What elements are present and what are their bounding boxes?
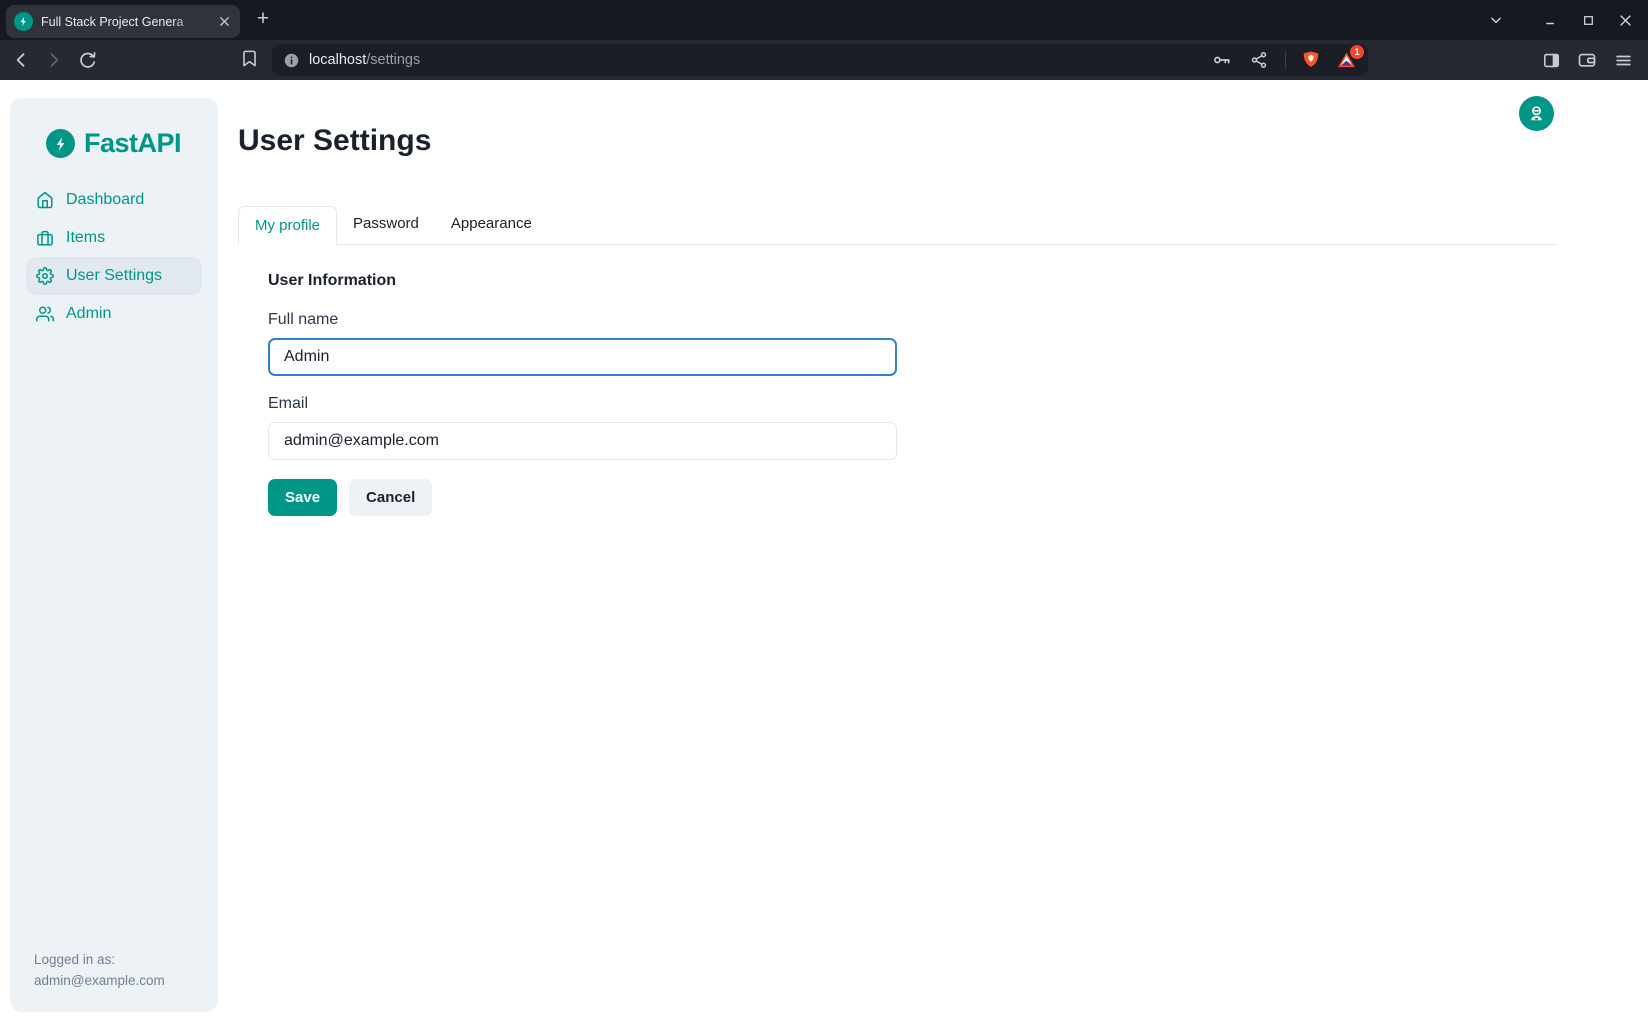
new-tab-button[interactable]: + [250, 7, 276, 33]
full-name-label: Full name [268, 311, 897, 329]
browser-tab[interactable]: Full Stack Project Genera [6, 5, 240, 38]
email-label: Email [268, 395, 897, 413]
brave-shield-icon[interactable] [1301, 50, 1321, 70]
fastapi-bolt-icon [46, 129, 75, 158]
home-icon [36, 191, 54, 209]
user-menu-button[interactable] [1519, 96, 1554, 131]
section-title: User Information [268, 272, 897, 290]
tab-appearance[interactable]: Appearance [435, 205, 548, 244]
tab-search-chevron-icon[interactable] [1487, 11, 1505, 29]
window-minimize-button[interactable] [1542, 11, 1560, 29]
logo-text: FastAPI [84, 128, 181, 159]
toolbar-divider [1285, 51, 1286, 69]
url-host: localhost [309, 52, 366, 68]
sidebar-item-items[interactable]: Items [26, 219, 202, 257]
key-icon[interactable] [1211, 49, 1233, 71]
reload-icon[interactable] [76, 49, 98, 71]
tab-title: Full Stack Project Genera [41, 15, 209, 29]
settings-tablist: My profile Password Appearance [238, 205, 1556, 245]
bookmark-icon[interactable] [240, 49, 259, 68]
tab-close-icon[interactable] [217, 14, 232, 29]
save-button[interactable]: Save [268, 479, 337, 516]
url-path: /settings [366, 52, 420, 68]
share-icon[interactable] [1248, 49, 1270, 71]
sidebar-item-label: Dashboard [66, 191, 144, 209]
users-icon [36, 305, 54, 323]
window-maximize-button[interactable] [1579, 11, 1597, 29]
gear-icon [36, 267, 54, 285]
fastapi-favicon-icon [14, 12, 33, 31]
cancel-button[interactable]: Cancel [349, 479, 432, 516]
sidebar-nav: Dashboard Items User Settings Admin [10, 181, 218, 333]
menu-icon[interactable] [1612, 49, 1634, 71]
tab-password[interactable]: Password [337, 205, 435, 244]
sidebar-item-dashboard[interactable]: Dashboard [26, 181, 202, 219]
url-text: localhost/settings [309, 51, 420, 69]
logged-in-info: Logged in as: admin@example.com [34, 950, 165, 992]
wallet-icon[interactable] [1576, 49, 1598, 71]
briefcase-icon [36, 229, 54, 247]
address-bar[interactable]: localhost/settings 1 [272, 44, 1368, 76]
full-name-field[interactable] [268, 338, 897, 376]
logged-in-email: admin@example.com [34, 971, 165, 992]
side-panel-icon[interactable] [1540, 49, 1562, 71]
sidebar-item-admin[interactable]: Admin [26, 295, 202, 333]
fastapi-logo: FastAPI [46, 128, 218, 159]
back-icon[interactable] [10, 49, 32, 71]
page-title: User Settings [238, 124, 431, 158]
user-astronaut-icon [1527, 104, 1546, 123]
user-information-form: User Information Full name Email Save Ca… [268, 272, 897, 516]
browser-toolbar: localhost/settings 1 [0, 40, 1648, 80]
app-page: FastAPI Dashboard Items User Settings [0, 80, 1648, 1025]
logged-in-label: Logged in as: [34, 950, 165, 971]
sidebar-item-label: Admin [66, 305, 111, 323]
tab-my-profile[interactable]: My profile [238, 206, 337, 245]
sidebar-item-label: Items [66, 229, 105, 247]
rewards-badge: 1 [1350, 45, 1364, 59]
email-field[interactable] [268, 422, 897, 460]
forward-icon [43, 49, 65, 71]
sidebar: FastAPI Dashboard Items User Settings [10, 98, 218, 1012]
sidebar-item-user-settings[interactable]: User Settings [26, 257, 202, 295]
window-close-button[interactable] [1616, 11, 1634, 29]
sidebar-item-label: User Settings [66, 267, 162, 285]
browser-titlebar: Full Stack Project Genera + [0, 0, 1648, 40]
site-info-icon[interactable] [283, 52, 300, 69]
brave-rewards-icon[interactable]: 1 [1336, 50, 1357, 71]
